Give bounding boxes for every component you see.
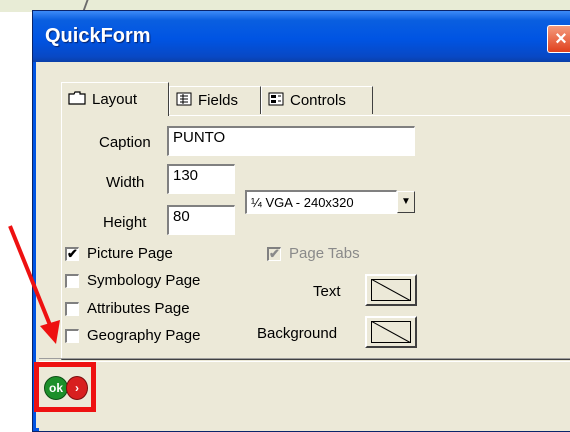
tab-controls-label: Controls [290, 92, 346, 109]
caption-label: Caption [99, 134, 151, 151]
text-color-button[interactable] [365, 274, 417, 306]
background-color-label: Background [257, 325, 337, 342]
width-input[interactable]: 130 [167, 164, 235, 194]
quickform-dialog: QuickForm × Layout Fields Controls Capt [32, 10, 570, 432]
picture-page-label: Picture Page [87, 245, 173, 262]
screen-size-dropdown-button[interactable]: ▼ [397, 191, 415, 213]
chevron-down-icon: ▼ [401, 196, 411, 207]
tab-fields[interactable]: Fields [169, 86, 261, 114]
attributes-page-label: Attributes Page [87, 300, 190, 317]
tab-layout[interactable]: Layout [61, 82, 169, 116]
folder-icon [68, 91, 86, 109]
close-icon: × [555, 28, 567, 50]
tab-layout-label: Layout [92, 91, 137, 108]
footer-separator [39, 358, 570, 362]
width-label: Width [106, 174, 144, 191]
tab-controls[interactable]: Controls [261, 86, 373, 114]
height-label: Height [103, 214, 146, 231]
page-tabs-label: Page Tabs [289, 245, 360, 262]
empty-color-icon [371, 279, 411, 301]
close-button[interactable]: × [547, 25, 570, 53]
title-bar[interactable]: QuickForm × [33, 11, 570, 62]
tab-fields-label: Fields [198, 92, 238, 109]
height-input[interactable]: 80 [167, 205, 235, 235]
controls-icon [268, 92, 284, 110]
annotation-highlight-box [34, 362, 96, 412]
empty-color-icon [371, 321, 411, 343]
geography-page-label: Geography Page [87, 327, 200, 344]
window-title: QuickForm [45, 25, 151, 48]
screen-size-select[interactable]: ¼ VGA - 240x320 [245, 190, 397, 214]
annotation-arrow-icon [0, 222, 70, 352]
text-color-label: Text [313, 283, 341, 300]
symbology-page-label: Symbology Page [87, 272, 200, 289]
page-tabs-checkbox[interactable]: ✔ [267, 247, 281, 261]
caption-input[interactable]: PUNTO [167, 126, 415, 156]
dialog-client-area: Layout Fields Controls Caption PUNTO Wid… [39, 62, 570, 431]
background-color-button[interactable] [365, 316, 417, 348]
fields-list-icon [176, 92, 192, 110]
